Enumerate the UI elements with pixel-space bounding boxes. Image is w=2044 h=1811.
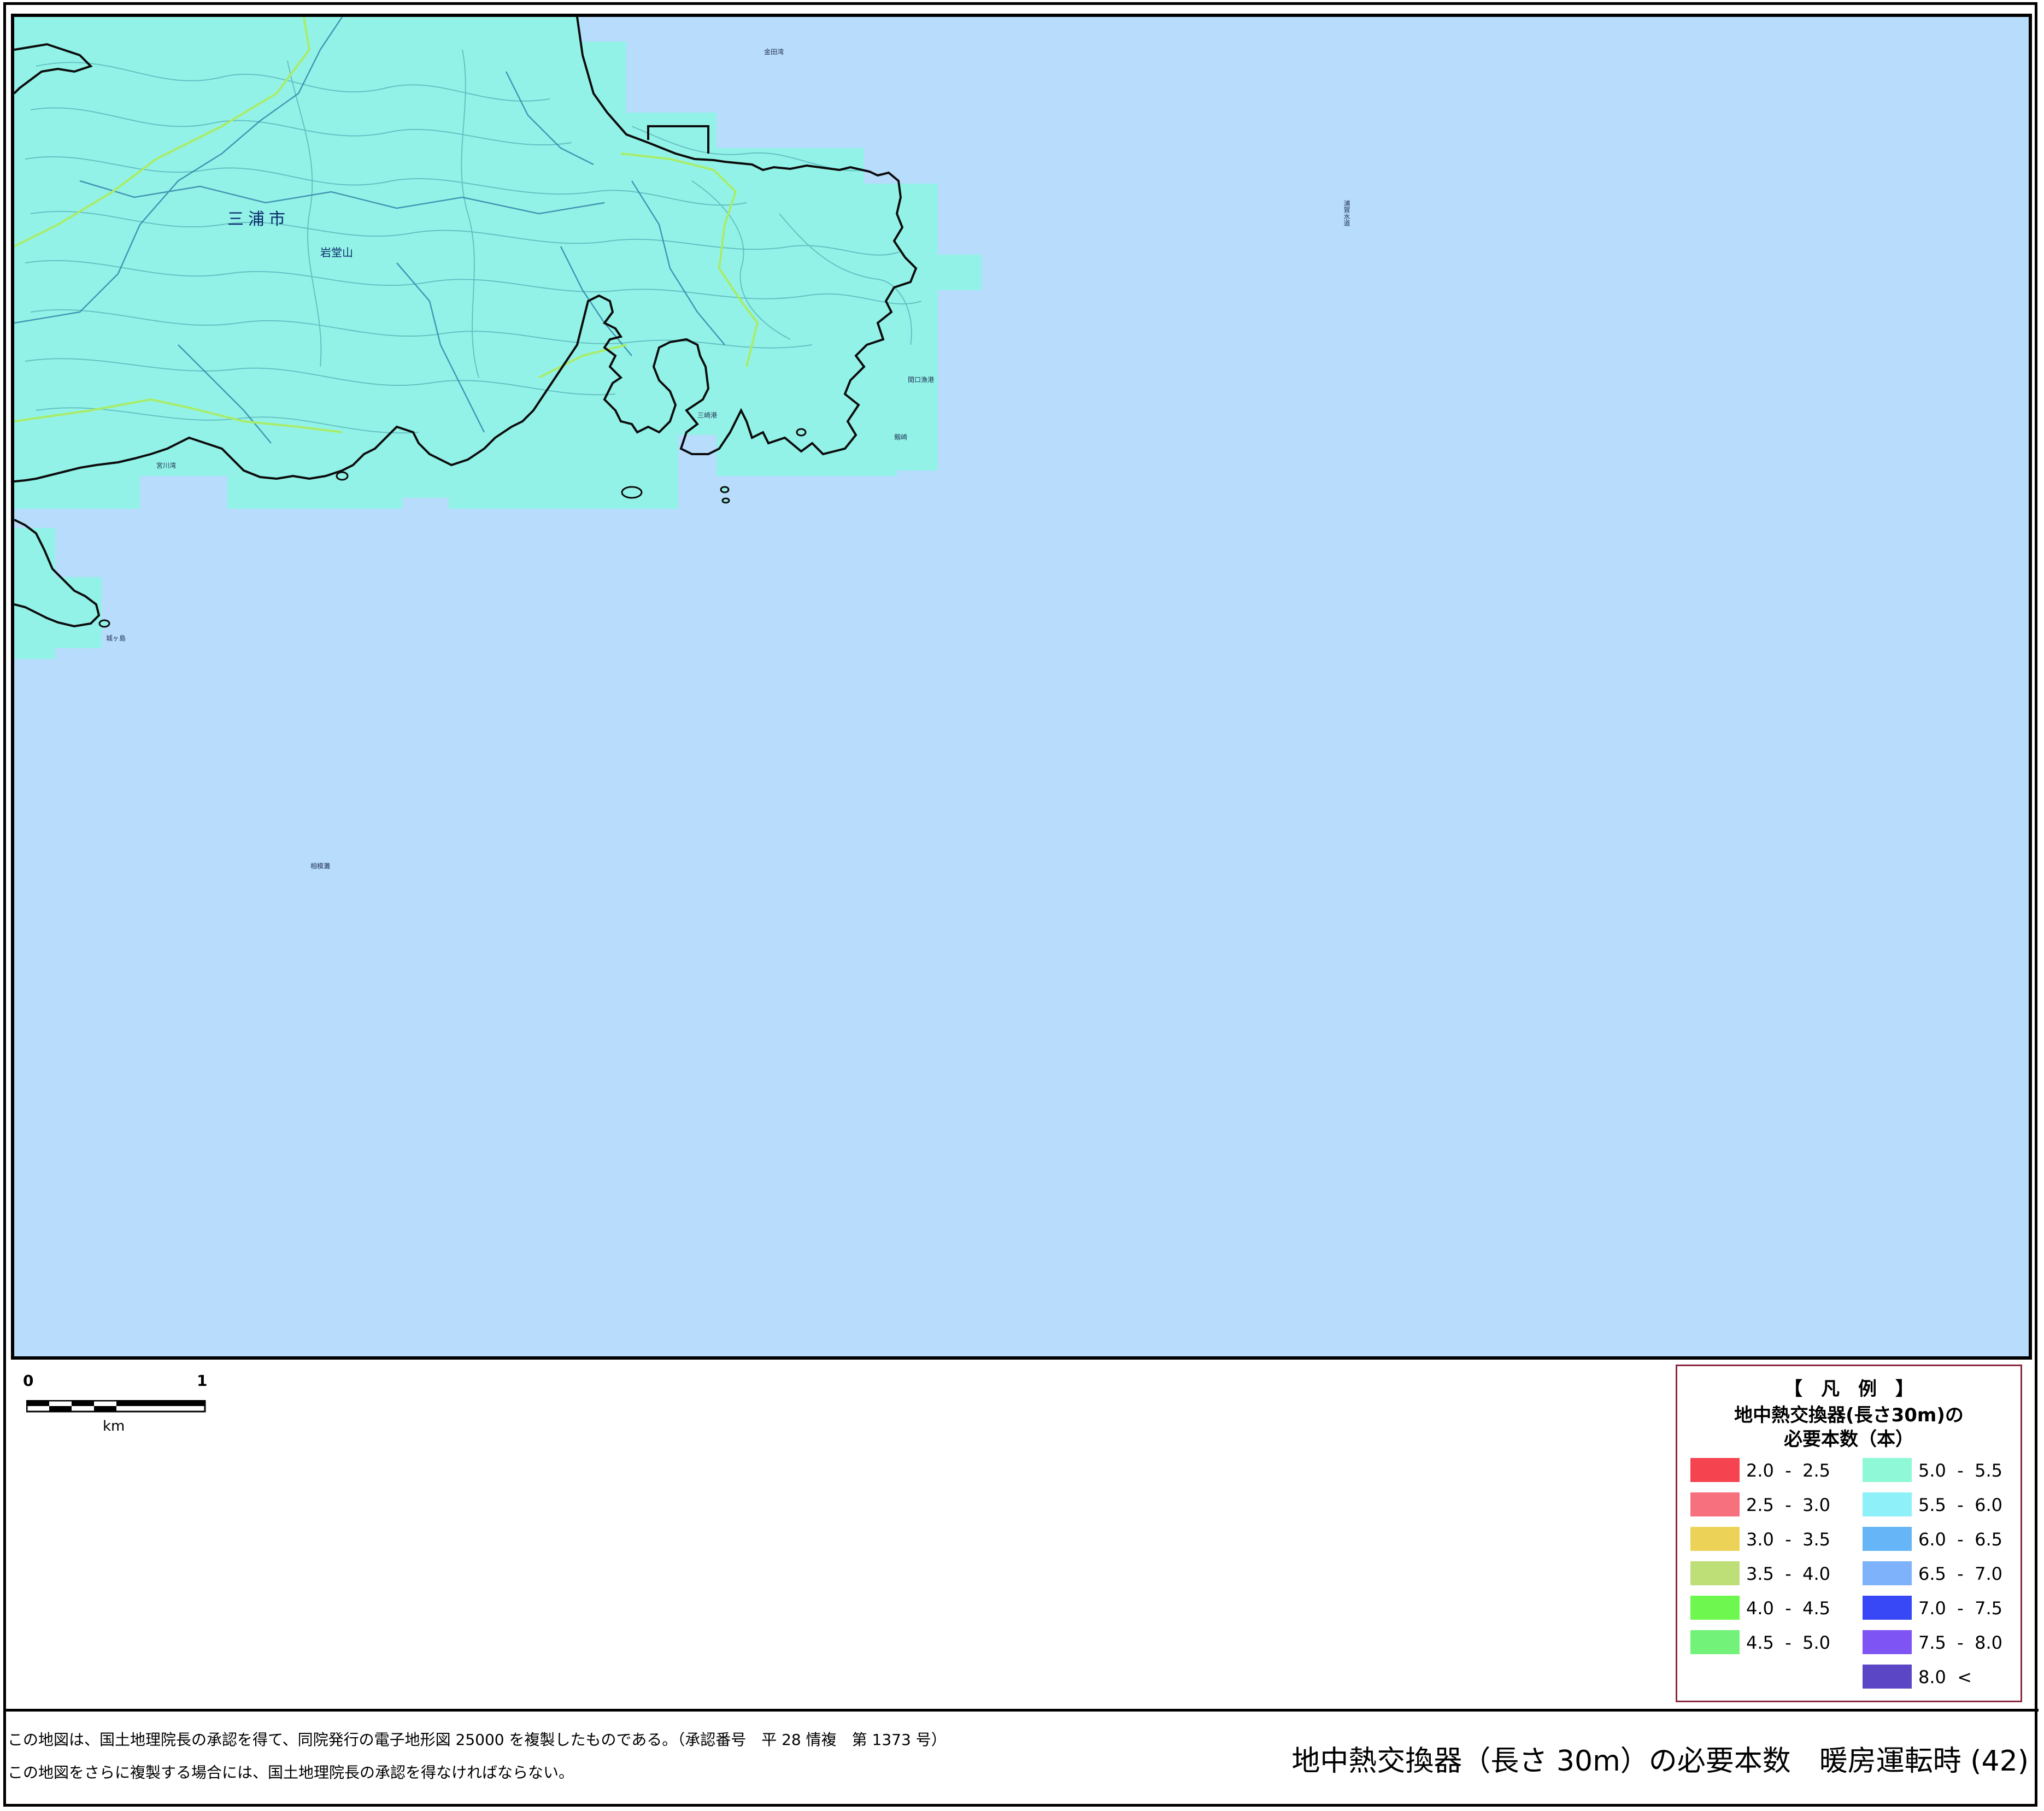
legend-swatch: [1863, 1527, 1912, 1551]
channel-label: 浦賀水道: [1343, 200, 1350, 226]
sheet-title: 地中熱交換器（長さ 30m）の必要本数 暖房運転時 (42): [1291, 1745, 2029, 1778]
legend: 【 凡 例 】 地中熱交換器(長さ30m)の 必要本数（本） 2.0 - 2.5…: [1676, 1365, 2022, 1702]
footer-note-line1: この地図は、国土地理院長の承認を得て、同院発行の電子地形図 25000 を複製し…: [8, 1731, 947, 1749]
city-label: 三浦市: [227, 210, 290, 229]
legend-label: 5.5 - 6.0: [1918, 1495, 2003, 1515]
legend-label: 3.5 - 4.0: [1746, 1563, 1831, 1584]
legend-item: 7.5 - 8.0: [1863, 1630, 2016, 1655]
scale-bar-graphic: [26, 1400, 206, 1413]
legend-swatch: [1690, 1458, 1740, 1482]
scale-unit-label: km: [103, 1418, 125, 1434]
legend-label: 4.0 - 4.5: [1746, 1598, 1831, 1619]
legend-item: 5.0 - 5.5: [1863, 1458, 2016, 1483]
harbor-label: 間口漁港: [908, 376, 935, 384]
legend-swatch: [1863, 1492, 1912, 1516]
legend-label: 7.5 - 8.0: [1918, 1632, 2003, 1653]
legend-label: 2.0 - 2.5: [1746, 1460, 1831, 1481]
map-area[interactable]: 三浦市 岩堂山 金田湾 浦賀水道 間口漁港 剱崎 城ヶ島 宮川湾 相模灘 三崎港: [11, 14, 2032, 1360]
island-label: 城ヶ島: [106, 634, 126, 642]
land-mass: [14, 17, 982, 659]
legend-item: 4.0 - 4.5: [1690, 1596, 1843, 1621]
shoal-label: 相模灘: [310, 862, 331, 870]
legend-swatch: [1863, 1630, 1912, 1654]
legend-swatch: [1690, 1492, 1740, 1516]
legend-swatch: [1863, 1665, 1912, 1689]
legend-swatch: [1690, 1630, 1740, 1654]
legend-title: 【 凡 例 】: [1784, 1378, 1914, 1400]
legend-item: 6.5 - 7.0: [1863, 1561, 2016, 1586]
legend-label: 3.0 - 3.5: [1746, 1529, 1831, 1550]
legend-swatch: [1690, 1561, 1740, 1585]
scale-bar: 0 1 km: [23, 1372, 208, 1437]
legend-item: 3.5 - 4.0: [1690, 1561, 1843, 1586]
legend-swatch: [1863, 1458, 1912, 1482]
legend-item: 2.5 - 3.0: [1690, 1492, 1843, 1518]
footer-divider: [4, 1709, 2039, 1712]
legend-item: 6.0 - 6.5: [1863, 1527, 2016, 1552]
legend-label: 2.5 - 3.0: [1746, 1495, 1831, 1515]
legend-item: 2.0 - 2.5: [1690, 1458, 1843, 1483]
legend-swatch: [1690, 1527, 1740, 1551]
legend-item: 8.0 <: [1863, 1665, 2016, 1690]
legend-item: 3.0 - 3.5: [1690, 1527, 1843, 1552]
port-label: 三崎港: [697, 411, 718, 419]
legend-swatch: [1863, 1596, 1912, 1620]
map-canvas: [14, 17, 982, 659]
legend-label: 6.0 - 6.5: [1918, 1529, 2003, 1550]
bay-label: 金田湾: [764, 48, 784, 56]
scale-start-label: 0: [23, 1372, 34, 1390]
legend-label: 5.0 - 5.5: [1918, 1460, 2003, 1481]
legend-subtitle-line1: 地中熱交換器(長さ30m)の: [1734, 1404, 1964, 1426]
legend-item: 7.0 - 7.5: [1863, 1596, 2016, 1621]
legend-item: 5.5 - 6.0: [1863, 1492, 2016, 1518]
legend-label: 4.5 - 5.0: [1746, 1632, 1831, 1653]
scale-end-label: 1: [197, 1372, 208, 1390]
legend-item: 4.5 - 5.0: [1690, 1630, 1843, 1655]
legend-label: 8.0 <: [1918, 1667, 1972, 1687]
mountain-label: 岩堂山: [320, 246, 353, 259]
cape-label: 剱崎: [894, 433, 908, 441]
legend-subtitle-line2: 必要本数（本）: [1784, 1428, 1914, 1450]
bay-west-label: 宮川湾: [156, 462, 177, 469]
legend-label: 6.5 - 7.0: [1918, 1563, 2003, 1584]
legend-swatch: [1863, 1561, 1912, 1585]
legend-swatch: [1690, 1596, 1740, 1620]
legend-label: 7.0 - 7.5: [1918, 1598, 2003, 1619]
footer-note-line2: この地図をさらに複製する場合には、国土地理院長の承認を得なければならない。: [8, 1763, 574, 1781]
